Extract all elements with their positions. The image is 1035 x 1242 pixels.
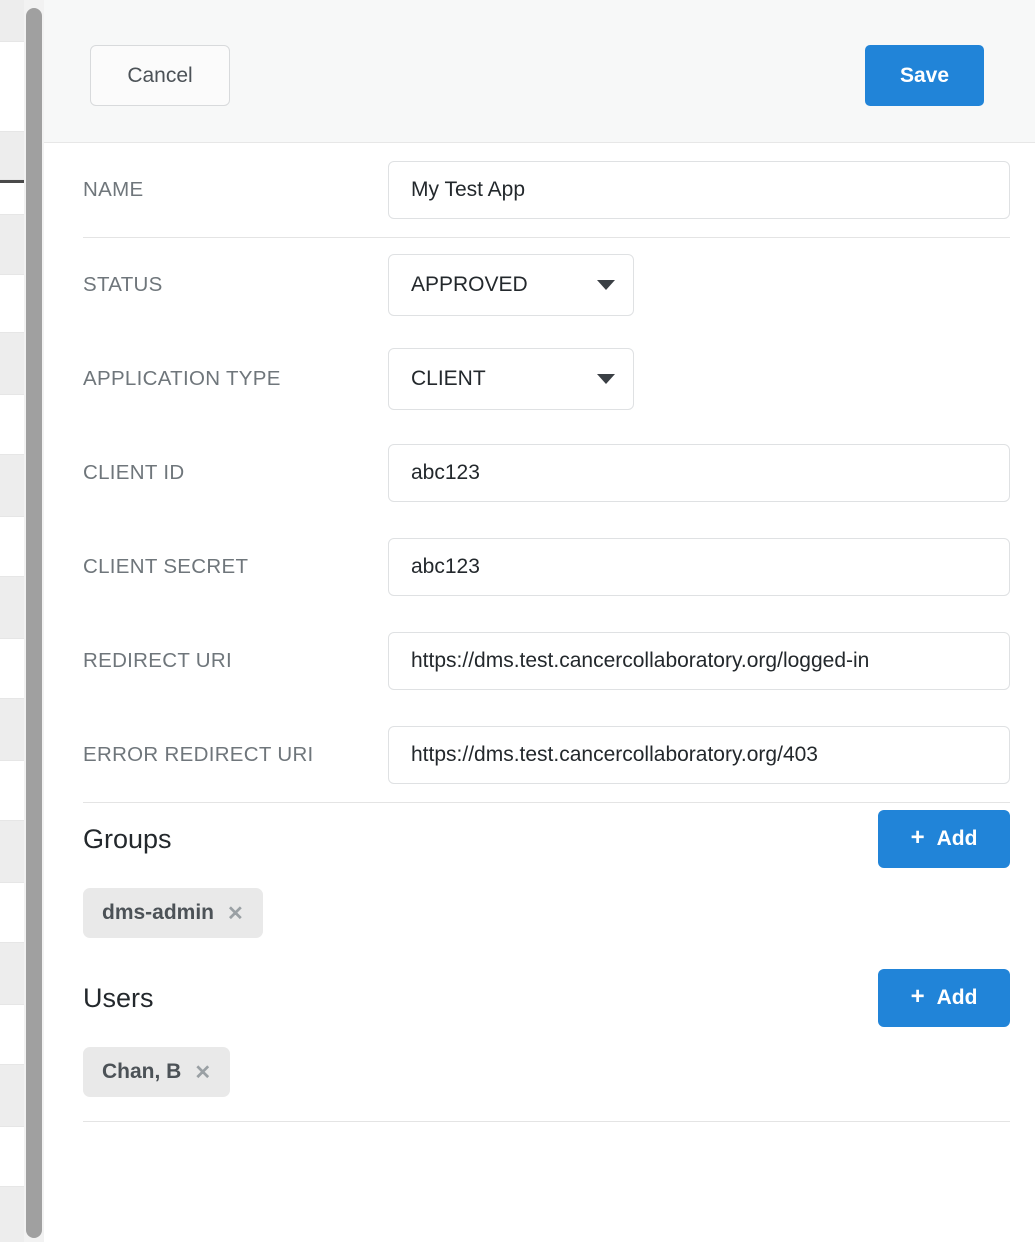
background-table-row [0,821,26,883]
background-table-row [0,333,26,395]
editor-toolbar: Cancel Save [44,0,1035,143]
form-row: CLIENT ID abc123 [44,426,1035,520]
add-user-button[interactable]: + Add [878,969,1010,1027]
users-title: Users [83,982,154,1013]
field-label: APPLICATION TYPE [83,367,281,390]
field-value: abc123 [411,555,480,578]
background-table-row [0,1187,26,1242]
plus-icon: + [910,824,925,851]
users-chip-list: Chan, B ✕ [83,1034,1010,1121]
chip: Chan, B ✕ [83,1047,231,1097]
background-table-row [0,395,26,455]
field-input[interactable]: abc123 [388,444,1010,502]
remove-chip-icon[interactable]: ✕ [194,1063,211,1083]
add-group-label: Add [936,827,978,850]
field-label: NAME [83,178,144,201]
background-table-row [0,215,26,275]
field-label: CLIENT ID [83,461,185,484]
background-table-row [0,1065,26,1127]
form-row: APPLICATION TYPE CLIENT [44,332,1035,426]
background-table-row [0,455,26,517]
panel-bottom-spacer [44,1122,1035,1180]
chip-label: dms-admin [102,901,215,924]
background-table-row [0,1127,26,1187]
field-input[interactable]: https://dms.test.cancercollaboratory.org… [388,632,1010,690]
field-value: My Test App [411,178,526,201]
groups-header: Groups + Add [83,803,1010,875]
vertical-scrollbar-thumb[interactable] [26,8,42,1238]
chevron-down-icon [597,374,615,384]
field-label: STATUS [83,273,163,296]
form-row: CLIENT SECRET abc123 [44,520,1035,614]
background-table-row [0,699,26,761]
field-value: CLIENT [411,367,486,390]
application-form: NAME My Test App STATUS APPROVED APPLICATION… [44,143,1035,802]
background-table-row [0,42,26,132]
field-value: https://dms.test.cancercollaboratory.org… [411,649,870,672]
field-value: abc123 [411,461,480,484]
field-value: APPROVED [411,273,528,296]
field-label: CLIENT SECRET [83,555,249,578]
form-row: NAME My Test App [44,143,1035,237]
background-table-row [0,275,26,333]
form-row: ERROR REDIRECT URI https://dms.test.cance… [44,708,1035,802]
background-table-row [0,883,26,943]
application-editor-panel: Cancel Save NAME My Test App STATUS APPROVE… [44,0,1035,1242]
groups-section: Groups + Add dms-admin ✕ [44,803,1035,962]
remove-chip-icon[interactable]: ✕ [227,904,244,924]
chip-label: Chan, B [102,1060,182,1083]
plus-icon: + [910,983,925,1010]
groups-title: Groups [83,823,172,854]
background-table-row [0,761,26,821]
background-table-row [0,1005,26,1065]
save-button[interactable]: Save [865,45,984,106]
background-table-row [0,0,26,42]
add-group-button[interactable]: + Add [878,810,1010,868]
background-table-row [0,943,26,1005]
form-row: REDIRECT URI https://dms.test.cancercolla… [44,614,1035,708]
app-root: Cancel Save NAME My Test App STATUS APPROVE… [0,0,1035,1242]
form-row: STATUS APPROVED [44,238,1035,332]
field-input[interactable]: abc123 [388,538,1010,596]
background-table-row [0,639,26,699]
background-table-row [0,183,26,215]
field-value: https://dms.test.cancercollaboratory.org… [411,743,818,766]
chevron-down-icon [597,280,615,290]
users-section: Users + Add Chan, B ✕ [44,962,1035,1121]
field-input[interactable]: My Test App [388,161,1010,219]
cancel-button[interactable]: Cancel [90,45,230,106]
field-select[interactable]: CLIENT [388,348,634,410]
background-table-row [0,132,26,180]
background-table [0,0,26,1242]
background-table-row [0,517,26,577]
field-select[interactable]: APPROVED [388,254,634,316]
field-input[interactable]: https://dms.test.cancercollaboratory.org… [388,726,1010,784]
users-header: Users + Add [83,962,1010,1034]
groups-chip-list: dms-admin ✕ [83,875,1010,962]
background-table-row [0,577,26,639]
field-label: ERROR REDIRECT URI [83,743,314,766]
field-label: REDIRECT URI [83,649,233,672]
add-user-label: Add [936,986,978,1009]
chip: dms-admin ✕ [83,888,263,938]
